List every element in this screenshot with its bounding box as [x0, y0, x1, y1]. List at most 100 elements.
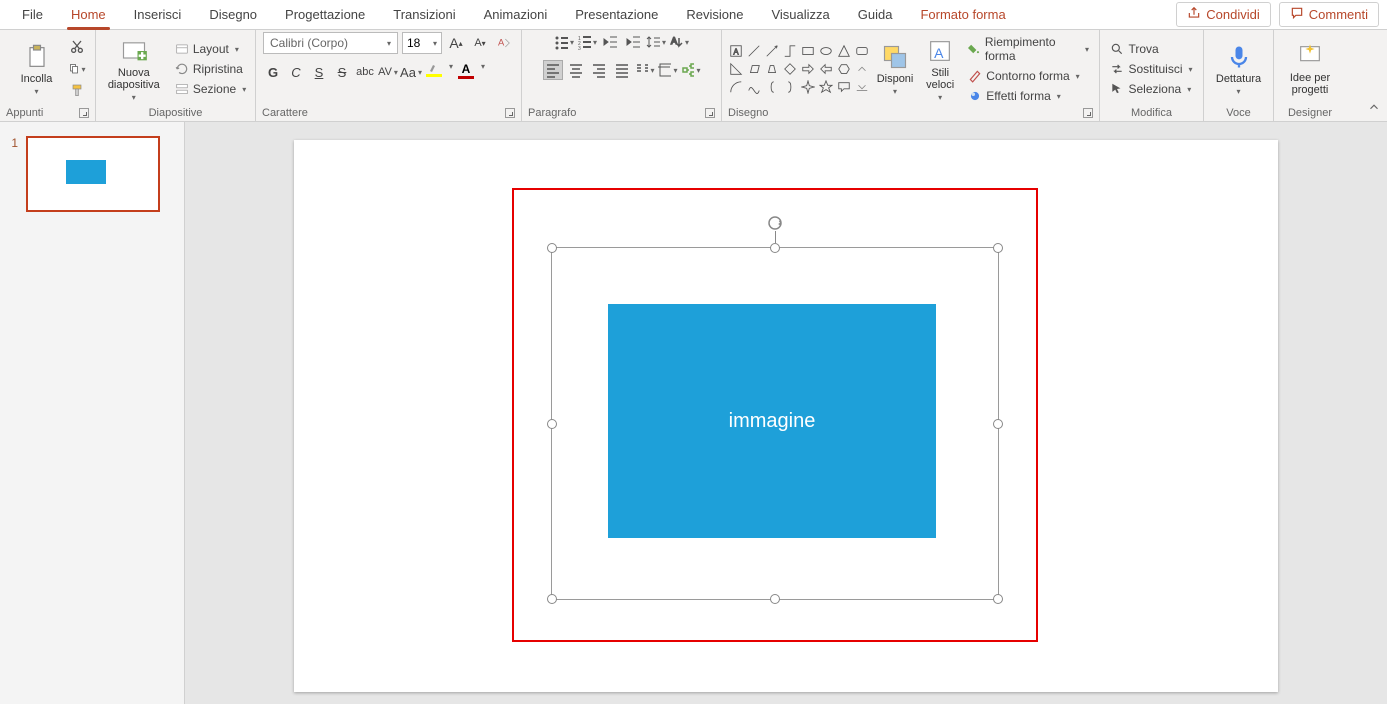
resize-handle-top-right[interactable]	[993, 243, 1003, 253]
copy-button[interactable]: ▾	[68, 60, 86, 78]
align-center-button[interactable]	[566, 60, 586, 80]
resize-handle-mid-left[interactable]	[547, 419, 557, 429]
selection-box[interactable]	[551, 247, 999, 600]
shapes-scroll-up[interactable]	[854, 61, 870, 77]
tab-help[interactable]: Guida	[844, 0, 907, 30]
shape-parallelogram[interactable]	[746, 61, 762, 77]
resize-handle-mid-right[interactable]	[993, 419, 1003, 429]
bullets-button[interactable]: ▾	[554, 32, 574, 52]
chevron-down-icon[interactable]: ▾	[481, 62, 485, 82]
shape-star5[interactable]	[818, 79, 834, 95]
reset-button[interactable]: Ripristina	[171, 61, 250, 77]
paragraph-dialog-launcher[interactable]	[705, 108, 715, 118]
resize-handle-top-mid[interactable]	[770, 243, 780, 253]
shape-fill-button[interactable]: Riempimento forma▾	[964, 34, 1093, 64]
smartart-button[interactable]: ▾	[681, 60, 701, 80]
collapse-ribbon-button[interactable]	[1367, 100, 1381, 117]
decrease-indent-button[interactable]	[600, 32, 620, 52]
layout-button[interactable]: Layout▾	[171, 41, 250, 57]
font-size-combo[interactable]: 18▾	[402, 32, 442, 54]
shape-callout[interactable]	[836, 79, 852, 95]
shape-arrow-right[interactable]	[800, 61, 816, 77]
arrange-button[interactable]: Disponi▾	[874, 35, 916, 103]
resize-handle-bottom-right[interactable]	[993, 594, 1003, 604]
decrease-font-button[interactable]: A▾	[470, 33, 490, 53]
font-name-combo[interactable]: Calibri (Corpo)▾	[263, 32, 398, 54]
shape-triangle[interactable]	[836, 43, 852, 59]
italic-button[interactable]: C	[286, 62, 306, 82]
tab-file[interactable]: File	[8, 0, 57, 30]
text-shadow-button[interactable]: abc	[355, 62, 375, 82]
tab-slideshow[interactable]: Presentazione	[561, 0, 672, 30]
find-button[interactable]: Trova	[1106, 41, 1196, 57]
tab-animations[interactable]: Animazioni	[470, 0, 562, 30]
strike-button[interactable]: S	[332, 62, 352, 82]
slide-thumbnails-pane[interactable]: 1	[0, 122, 185, 704]
font-color-button[interactable]: A	[456, 62, 476, 82]
comments-button[interactable]: Commenti	[1279, 2, 1379, 27]
tab-insert[interactable]: Inserisci	[120, 0, 196, 30]
shape-trapezoid[interactable]	[764, 61, 780, 77]
align-text-button[interactable]: ▾	[658, 60, 678, 80]
shape-arrow-line[interactable]	[764, 43, 780, 59]
shape-effects-button[interactable]: Effetti forma▾	[964, 88, 1093, 104]
share-button[interactable]: Condividi	[1176, 2, 1270, 27]
replace-button[interactable]: Sostituisci▾	[1106, 61, 1196, 77]
shape-line[interactable]	[746, 43, 762, 59]
cut-button[interactable]	[68, 38, 86, 56]
align-right-button[interactable]	[589, 60, 609, 80]
char-spacing-button[interactable]: AV▾	[378, 62, 398, 82]
thumbnail-1[interactable]: 1	[8, 136, 176, 212]
quick-styles-button[interactable]: A Stili veloci▾	[920, 35, 960, 103]
section-button[interactable]: Sezione▾	[171, 81, 250, 97]
dictate-button[interactable]: Dettatura▾	[1212, 35, 1266, 103]
columns-button[interactable]: ▾	[635, 60, 655, 80]
text-direction-button[interactable]: A▾	[669, 32, 689, 52]
shape-arc[interactable]	[728, 79, 744, 95]
justify-button[interactable]	[612, 60, 632, 80]
shape-textbox[interactable]: A	[728, 43, 744, 59]
shape-brace-right[interactable]	[782, 79, 798, 95]
shape-curve[interactable]	[746, 79, 762, 95]
shape-arrow-left[interactable]	[818, 61, 834, 77]
new-slide-button[interactable]: Nuova diapositiva ▾	[101, 35, 167, 103]
slide[interactable]: immagine	[294, 140, 1278, 692]
increase-indent-button[interactable]	[623, 32, 643, 52]
design-ideas-button[interactable]: Idee per progetti	[1283, 35, 1337, 103]
tab-transitions[interactable]: Transizioni	[379, 0, 469, 30]
resize-handle-top-left[interactable]	[547, 243, 557, 253]
shape-rounded-rect[interactable]	[854, 43, 870, 59]
tab-shape-format[interactable]: Formato forma	[906, 0, 1019, 30]
shape-connector[interactable]	[782, 43, 798, 59]
clear-formatting-button[interactable]: A	[494, 33, 514, 53]
numbering-button[interactable]: 123▾	[577, 32, 597, 52]
tab-draw[interactable]: Disegno	[195, 0, 271, 30]
drawing-dialog-launcher[interactable]	[1083, 108, 1093, 118]
shape-oval[interactable]	[818, 43, 834, 59]
tab-design[interactable]: Progettazione	[271, 0, 379, 30]
select-button[interactable]: Seleziona▾	[1106, 81, 1196, 97]
line-spacing-button[interactable]: ▾	[646, 32, 666, 52]
font-dialog-launcher[interactable]	[505, 108, 515, 118]
clipboard-dialog-launcher[interactable]	[79, 108, 89, 118]
shape-hexagon[interactable]	[836, 61, 852, 77]
rotate-handle[interactable]	[766, 214, 784, 232]
slide-canvas-area[interactable]: immagine	[185, 122, 1387, 704]
shape-brace-left[interactable]	[764, 79, 780, 95]
align-left-button[interactable]	[543, 60, 563, 80]
tab-view[interactable]: Visualizza	[757, 0, 843, 30]
highlight-color-button[interactable]	[424, 62, 444, 82]
shape-diamond[interactable]	[782, 61, 798, 77]
chevron-down-icon[interactable]: ▾	[449, 62, 453, 82]
shape-star4[interactable]	[800, 79, 816, 95]
underline-button[interactable]: S	[309, 62, 329, 82]
resize-handle-bottom-left[interactable]	[547, 594, 557, 604]
paste-button[interactable]: Incolla ▾	[10, 35, 64, 103]
shape-right-triangle[interactable]	[728, 61, 744, 77]
tab-review[interactable]: Revisione	[672, 0, 757, 30]
shapes-gallery[interactable]: A	[728, 43, 870, 95]
thumbnail-preview[interactable]	[26, 136, 160, 212]
resize-handle-bottom-mid[interactable]	[770, 594, 780, 604]
tab-home[interactable]: Home	[57, 0, 120, 30]
bold-button[interactable]: G	[263, 62, 283, 82]
